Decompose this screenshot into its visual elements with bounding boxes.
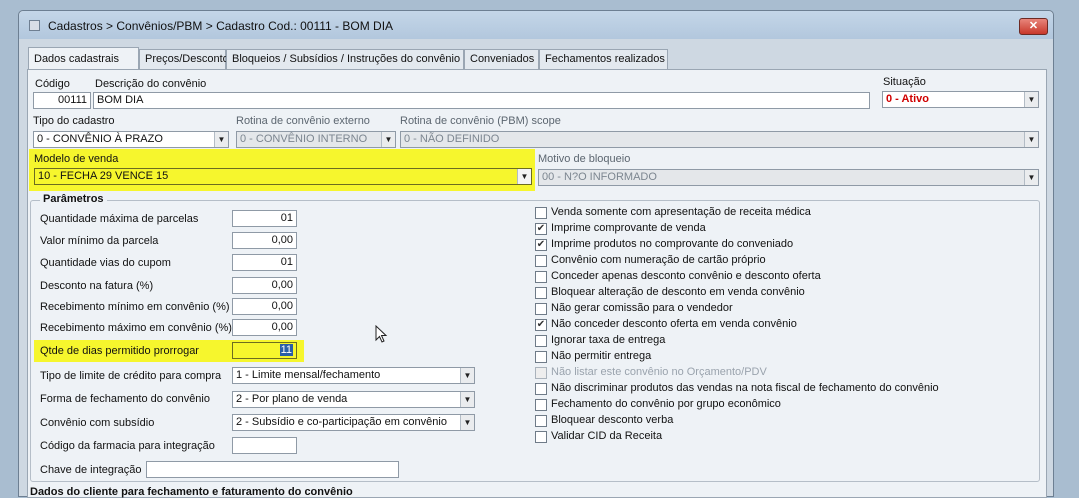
subsidio-value: 2 - Subsídio e co-participação em convên…: [236, 416, 447, 428]
chevron-down-icon[interactable]: ▼: [517, 169, 531, 184]
tipo-cadastro-select[interactable]: 0 - CONVÊNIO À PRAZO ▼: [33, 131, 229, 148]
bottom-section-legend: Dados do cliente para fechamento e fatur…: [30, 486, 353, 498]
checkbox-box[interactable]: [535, 399, 547, 411]
rotina-pbm-value: 0 - NÃO DEFINIDO: [404, 133, 500, 145]
param-label: Quantidade máxima de parcelas: [40, 213, 199, 225]
dias-prorrogar-value: 11: [279, 344, 293, 356]
rotina-externo-label: Rotina de convênio externo: [236, 115, 370, 127]
desconto-fatura-field[interactable]: 0,00: [232, 277, 297, 294]
rotina-pbm-label: Rotina de convênio (PBM) scope: [400, 115, 561, 127]
tab-bloqueios[interactable]: Bloqueios / Subsídios / Instruções do co…: [226, 49, 464, 69]
checkbox-box[interactable]: [535, 431, 547, 443]
recebimento-maximo-field[interactable]: 0,00: [232, 319, 297, 336]
situacao-select[interactable]: 0 - Ativo ▼: [882, 91, 1039, 108]
checkbox-box[interactable]: [535, 207, 547, 219]
checkbox-box: [535, 367, 547, 379]
param-label: Valor mínimo da parcela: [40, 235, 159, 247]
forma-fechamento-label: Forma de fechamento do convênio: [40, 393, 210, 405]
tipo-cadastro-value: 0 - CONVÊNIO À PRAZO: [37, 133, 163, 145]
chevron-down-icon: ▼: [1024, 132, 1038, 147]
codigo-farmacia-field[interactable]: [232, 437, 297, 454]
motivo-bloqueio-value: 00 - N?O INFORMADO: [542, 171, 657, 183]
checkbox-box[interactable]: [535, 383, 547, 395]
tab-precos-descontos[interactable]: Preços/Descontos: [139, 49, 234, 69]
check-icon[interactable]: ✔: [535, 239, 547, 251]
app-icon: [29, 20, 40, 31]
mouse-cursor-icon: [375, 325, 388, 343]
valor-minimo-field[interactable]: 0,00: [232, 232, 297, 249]
codigo-farmacia-label: Código da farmacia para integração: [40, 440, 215, 452]
chave-integracao-field[interactable]: [146, 461, 399, 478]
vias-cupom-field[interactable]: 01: [232, 254, 297, 271]
recebimento-minimo-field[interactable]: 0,00: [232, 298, 297, 315]
tipo-limite-value: 1 - Limite mensal/fechamento: [236, 369, 381, 381]
subsidio-select[interactable]: 2 - Subsídio e co-participação em convên…: [232, 414, 475, 431]
param-label: Recebimento máximo em convênio (%): [40, 322, 232, 334]
max-parcelas-field[interactable]: 01: [232, 210, 297, 227]
chevron-down-icon[interactable]: ▼: [214, 132, 228, 147]
checkbox-box[interactable]: [535, 303, 547, 315]
check-icon[interactable]: ✔: [535, 319, 547, 331]
checkbox-box[interactable]: [535, 351, 547, 363]
dias-prorrogar-field[interactable]: 11: [232, 342, 297, 359]
checkbox-box[interactable]: [535, 271, 547, 283]
param-label: Qtde de dias permitido prorrogar: [40, 345, 199, 357]
checkbox-box[interactable]: [535, 255, 547, 267]
forma-fechamento-value: 2 - Por plano de venda: [236, 393, 348, 405]
checkbox-box[interactable]: [535, 287, 547, 299]
tab-conveniados[interactable]: Conveniados: [464, 49, 539, 69]
chave-integracao-label: Chave de integração: [40, 464, 142, 476]
tipo-limite-label: Tipo de limite de crédito para compra: [40, 370, 222, 382]
tab-dados-cadastrais[interactable]: Dados cadastrais: [28, 47, 139, 69]
param-label: Recebimento mínimo em convênio (%): [40, 301, 230, 313]
situacao-value: 0 - Ativo: [886, 93, 929, 105]
param-label: Quantidade vias do cupom: [40, 257, 171, 269]
chevron-down-icon[interactable]: ▼: [460, 415, 474, 430]
modelo-venda-select[interactable]: 10 - FECHA 29 VENCE 15 ▼: [34, 168, 532, 185]
codigo-label: Código: [35, 78, 70, 90]
chevron-down-icon: ▼: [381, 132, 395, 147]
tipo-cadastro-label: Tipo do cadastro: [33, 115, 115, 127]
modelo-venda-value: 10 - FECHA 29 VENCE 15: [38, 170, 169, 182]
window-title: Cadastros > Convênios/PBM > Cadastro Cod…: [48, 19, 394, 33]
motivo-bloqueio-select: 00 - N?O INFORMADO ▼: [538, 169, 1039, 186]
motivo-bloqueio-label: Motivo de bloqueio: [538, 153, 631, 165]
parametros-legend: Parâmetros: [40, 193, 107, 205]
close-button[interactable]: ✕: [1019, 18, 1048, 35]
descricao-label: Descrição do convênio: [95, 78, 207, 90]
tipo-limite-select[interactable]: 1 - Limite mensal/fechamento ▼: [232, 367, 475, 384]
modelo-venda-label: Modelo de venda: [34, 153, 119, 165]
codigo-field[interactable]: 00111: [33, 92, 91, 109]
rotina-externo-value: 0 - CONVÊNIO INTERNO: [240, 133, 368, 145]
chevron-down-icon: ▼: [1024, 170, 1038, 185]
forma-fechamento-select[interactable]: 2 - Por plano de venda ▼: [232, 391, 475, 408]
chevron-down-icon[interactable]: ▼: [460, 368, 474, 383]
chevron-down-icon[interactable]: ▼: [1024, 92, 1038, 107]
rotina-externo-select: 0 - CONVÊNIO INTERNO ▼: [236, 131, 396, 148]
check-icon[interactable]: ✔: [535, 223, 547, 235]
checkbox-box[interactable]: [535, 415, 547, 427]
descricao-field[interactable]: BOM DIA: [93, 92, 870, 109]
title-bar: Cadastros > Convênios/PBM > Cadastro Cod…: [19, 11, 1053, 39]
rotina-pbm-select: 0 - NÃO DEFINIDO ▼: [400, 131, 1039, 148]
situacao-label: Situação: [883, 76, 926, 88]
chevron-down-icon[interactable]: ▼: [460, 392, 474, 407]
tab-fechamentos[interactable]: Fechamentos realizados: [539, 49, 668, 69]
subsidio-label: Convênio com subsídio: [40, 417, 155, 429]
param-label: Desconto na fatura (%): [40, 280, 154, 292]
checkbox-box[interactable]: [535, 335, 547, 347]
